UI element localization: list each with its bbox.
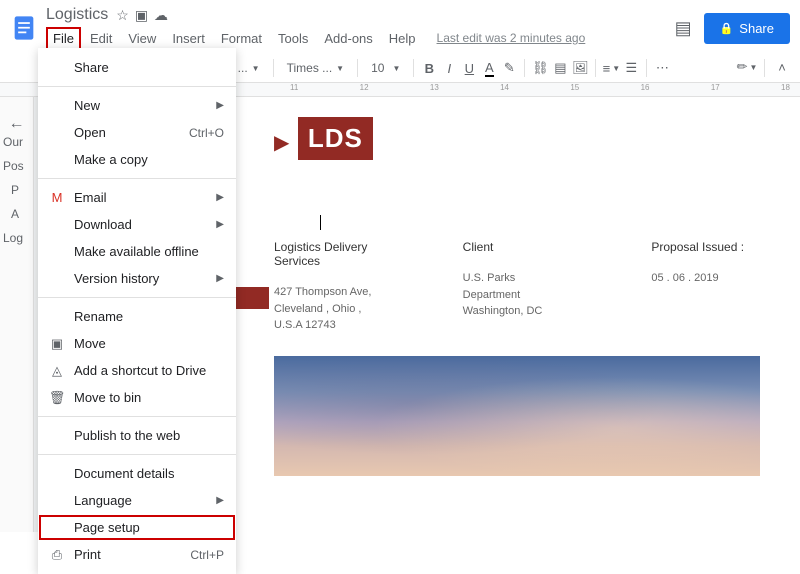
proposal-header: Proposal Issued : [651, 240, 760, 254]
print-icon: ⎙ [48, 547, 66, 563]
trash-icon: 🗑 [48, 390, 66, 406]
company-header: Logistics Delivery Services [274, 240, 383, 268]
menu-page-setup[interactable]: Page setup [38, 514, 236, 541]
menu-view[interactable]: View [121, 27, 163, 50]
font-size[interactable]: 10▼ [365, 58, 406, 78]
menu-publish[interactable]: Publish to the web [38, 422, 236, 449]
brand-arrow-icon: ▶ [274, 132, 289, 154]
menubar: File Edit View Insert Format Tools Add-o… [46, 27, 675, 50]
docs-logo-icon[interactable] [10, 14, 38, 42]
outline-item[interactable]: A [3, 207, 24, 221]
drive-shortcut-icon: ◬ [48, 363, 66, 379]
menu-addons[interactable]: Add-ons [317, 27, 379, 50]
align-icon[interactable]: ≡▼ [603, 60, 619, 76]
client-body: U.S. Parks Department Washington, DC [463, 270, 572, 320]
share-button[interactable]: Share [704, 13, 790, 44]
file-menu-dropdown: Share New▶ OpenCtrl+O Make a copy MEmail… [38, 48, 236, 574]
menu-download[interactable]: Download▶ [38, 211, 236, 238]
menu-share[interactable]: Share [38, 54, 236, 81]
line-spacing-icon[interactable]: ☰ [623, 60, 639, 76]
text-cursor [320, 215, 321, 230]
link-icon[interactable]: ⛓ [532, 60, 548, 76]
brand-badge: LDS [298, 117, 373, 160]
menu-make-copy[interactable]: Make a copy [38, 146, 236, 173]
menu-new[interactable]: New▶ [38, 92, 236, 119]
move-folder-icon[interactable]: ▣ [135, 7, 148, 24]
font-dropdown[interactable]: Times ...▼ [281, 58, 350, 78]
menu-move-bin[interactable]: 🗑Move to bin [38, 384, 236, 411]
menu-language[interactable]: Language▶ [38, 487, 236, 514]
menu-file[interactable]: File [46, 27, 81, 50]
comment-add-icon[interactable]: ▤ [552, 60, 568, 76]
email-icon: M [48, 190, 66, 205]
outline-item[interactable]: Pos [3, 159, 24, 173]
menu-doc-details[interactable]: Document details [38, 460, 236, 487]
highlight-icon[interactable]: ✎ [501, 60, 517, 76]
bold-icon[interactable]: B [421, 60, 437, 76]
folder-move-icon: ▣ [48, 336, 66, 352]
editing-mode-icon[interactable]: ✏▼ [739, 59, 755, 75]
underline-icon[interactable]: U [461, 60, 477, 76]
proposal-date: 05 . 06 . 2019 [651, 270, 760, 287]
document-outline: Our Pos P A Log [3, 135, 24, 255]
menu-format[interactable]: Format [214, 27, 269, 50]
menu-offline[interactable]: Make available offline [38, 238, 236, 265]
text-color-icon[interactable]: A [481, 60, 497, 76]
client-header: Client [463, 240, 572, 254]
menu-move[interactable]: ▣Move [38, 330, 236, 357]
outline-item[interactable]: Our [3, 135, 24, 149]
italic-icon[interactable]: I [441, 60, 457, 76]
outline-item[interactable]: Log [3, 231, 24, 245]
company-address: 427 Thompson Ave, Cleveland , Ohio , U.S… [274, 284, 383, 334]
last-edit-link[interactable]: Last edit was 2 minutes ago [437, 27, 586, 50]
menu-help[interactable]: Help [382, 27, 423, 50]
hero-image [274, 356, 760, 476]
menu-add-shortcut[interactable]: ◬Add a shortcut to Drive [38, 357, 236, 384]
document-title[interactable]: Logistics [46, 6, 108, 24]
menu-print[interactable]: ⎙PrintCtrl+P [38, 541, 236, 568]
comments-icon[interactable]: ▤ [675, 18, 692, 39]
menu-tools[interactable]: Tools [271, 27, 315, 50]
outline-item[interactable]: P [3, 183, 24, 197]
menu-rename[interactable]: Rename [38, 303, 236, 330]
more-icon[interactable]: ⋯ [654, 60, 670, 76]
menu-open[interactable]: OpenCtrl+O [38, 119, 236, 146]
menu-version-history[interactable]: Version history▶ [38, 265, 236, 292]
menu-edit[interactable]: Edit [83, 27, 119, 50]
menu-insert[interactable]: Insert [165, 27, 212, 50]
expand-icon[interactable]: ˄ [774, 59, 790, 75]
menu-email[interactable]: MEmail▶ [38, 184, 236, 211]
image-icon[interactable]: 🖼 [572, 60, 588, 76]
cloud-status-icon: ☁ [154, 7, 168, 24]
back-arrow-icon[interactable]: ← [0, 115, 33, 133]
star-icon[interactable]: ☆ [116, 7, 129, 24]
